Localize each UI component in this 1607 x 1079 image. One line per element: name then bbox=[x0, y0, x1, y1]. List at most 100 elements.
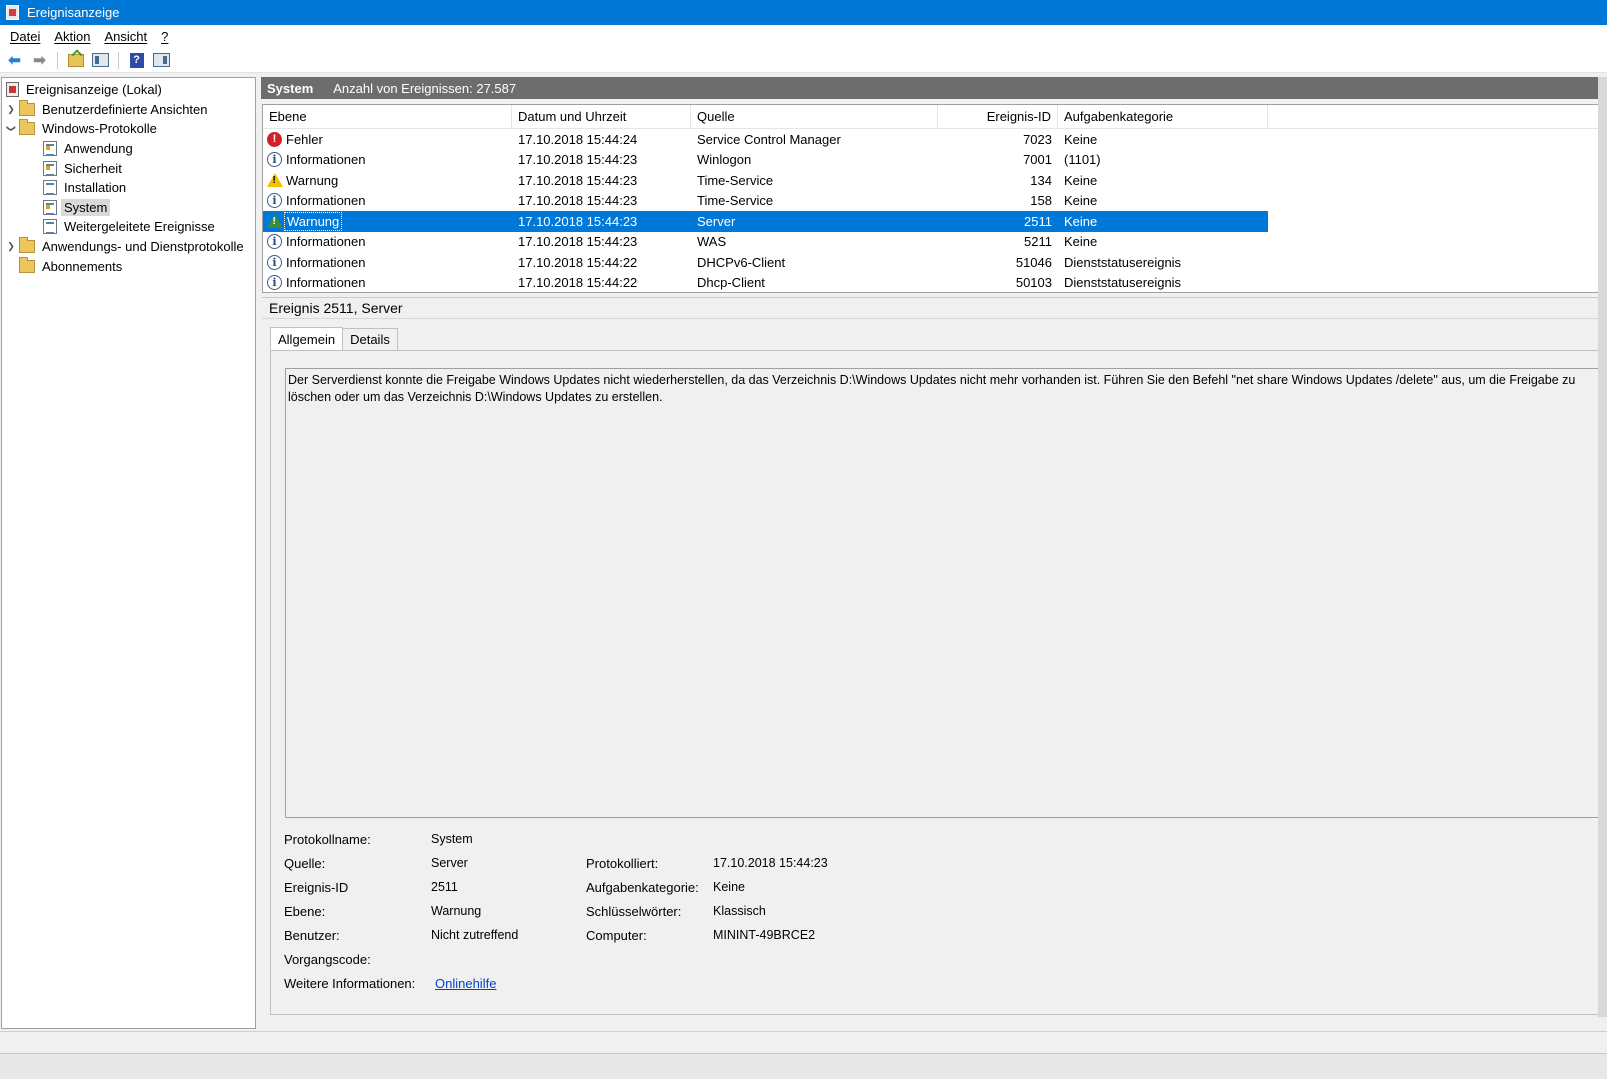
tree-node-sicherheit[interactable]: Sicherheit bbox=[2, 158, 255, 178]
prop-value-log-name: System bbox=[431, 832, 473, 846]
cell-date: 17.10.2018 15:44:22 bbox=[518, 254, 638, 270]
prop-value-computer: MININT-49BRCE2 bbox=[713, 928, 816, 942]
cell-source: DHCPv6-Client bbox=[697, 254, 786, 270]
cell-date: 17.10.2018 15:44:23 bbox=[518, 172, 638, 188]
cell-level: Informationen bbox=[286, 193, 366, 209]
cell-level: Informationen bbox=[286, 275, 366, 291]
prop-label-level: Ebene: bbox=[284, 904, 326, 919]
menu-ansicht[interactable]: Ansicht bbox=[98, 29, 155, 44]
tree-node-root[interactable]: Ereignisanzeige (Lokal) bbox=[2, 80, 255, 100]
show-hide-action-pane-button[interactable] bbox=[151, 51, 172, 70]
column-header-aufgabenkategorie[interactable]: Aufgabenkategorie bbox=[1058, 105, 1268, 128]
log-icon bbox=[43, 141, 57, 157]
tree-node-forwarded-events[interactable]: Weitergeleitete Ereignisse bbox=[2, 217, 255, 237]
menu-aktion[interactable]: Aktion bbox=[47, 29, 97, 44]
cell-level: Warnung bbox=[286, 172, 339, 188]
cell-category: Dienststatusereignis bbox=[1064, 275, 1182, 291]
forward-button[interactable]: ➡ bbox=[29, 51, 50, 70]
cell-category: Keine bbox=[1064, 131, 1098, 147]
cell-source: Winlogon bbox=[697, 152, 752, 168]
menu-datei[interactable]: Datei bbox=[3, 29, 47, 44]
tree-node-windows-logs[interactable]: ❯ Windows-Protokolle bbox=[2, 119, 255, 139]
window-title: Ereignisanzeige bbox=[27, 5, 120, 20]
prop-value-source: Server bbox=[431, 856, 468, 870]
cell-source: Time-Service bbox=[697, 193, 774, 209]
toolbar-separator bbox=[118, 51, 119, 69]
show-hide-tree-icon bbox=[92, 53, 109, 67]
info-icon: i bbox=[267, 275, 282, 291]
up-button[interactable] bbox=[65, 51, 86, 70]
cell-date: 17.10.2018 15:44:23 bbox=[518, 193, 638, 209]
pane-splitter[interactable] bbox=[257, 77, 261, 1029]
chevron-right-icon[interactable]: ❯ bbox=[6, 241, 16, 252]
table-row[interactable]: i Informationen 17.10.2018 15:44:23 Winlo… bbox=[263, 150, 1268, 171]
table-row[interactable]: i Informationen 17.10.2018 15:44:23 WAS 5… bbox=[263, 232, 1268, 253]
column-header-datum[interactable]: Datum und Uhrzeit bbox=[512, 105, 691, 128]
column-header-ebene[interactable]: Ebene bbox=[263, 105, 512, 128]
cell-level: Fehler bbox=[286, 131, 323, 147]
menu-help[interactable]: ? bbox=[154, 29, 175, 44]
table-row[interactable]: ! Fehler 17.10.2018 15:44:24 Service Cont… bbox=[263, 129, 1268, 150]
cell-id: 134 bbox=[1030, 172, 1052, 188]
event-count: Anzahl von Ereignissen: 27.587 bbox=[333, 80, 517, 96]
tree-node-subscriptions[interactable]: Abonnements bbox=[2, 256, 255, 276]
tree-node-label: Sicherheit bbox=[64, 160, 122, 176]
help-button[interactable]: ? bbox=[126, 51, 147, 70]
table-row[interactable]: i Informationen 17.10.2018 15:44:22 Dhcp-… bbox=[263, 273, 1268, 293]
prop-label-task-category: Aufgabenkategorie: bbox=[586, 880, 699, 895]
online-help-link[interactable]: Onlinehilfe bbox=[435, 976, 496, 991]
cell-id: 50103 bbox=[1015, 275, 1052, 291]
cell-date: 17.10.2018 15:44:23 bbox=[518, 234, 638, 250]
tree-node-label: Windows-Protokolle bbox=[42, 121, 157, 137]
show-hide-tree-button[interactable] bbox=[90, 51, 111, 70]
tree-node-app-service-logs[interactable]: ❯ Anwendungs- und Dienstprotokolle bbox=[2, 237, 255, 257]
bottom-strip bbox=[0, 1053, 1607, 1079]
cell-date: 17.10.2018 15:44:22 bbox=[518, 275, 638, 291]
cell-date: 17.10.2018 15:44:23 bbox=[518, 213, 638, 229]
prop-value-keywords: Klassisch bbox=[713, 904, 766, 918]
tree-node-label: Ereignisanzeige (Lokal) bbox=[26, 82, 162, 98]
subscriptions-icon bbox=[19, 256, 35, 273]
table-row-selected[interactable]: Warnung 17.10.2018 15:44:23 Server 2511 … bbox=[263, 211, 1268, 232]
tree-node-anwendung[interactable]: Anwendung bbox=[2, 139, 255, 159]
navigation-tree: Ereignisanzeige (Lokal) ❯ Benutzerdefini… bbox=[1, 77, 256, 1029]
table-row[interactable]: Warnung 17.10.2018 15:44:23 Time-Service… bbox=[263, 170, 1268, 191]
table-row[interactable]: i Informationen 17.10.2018 15:44:23 Time-… bbox=[263, 191, 1268, 212]
tree-node-system[interactable]: System bbox=[2, 198, 255, 218]
tree-node-label: Installation bbox=[64, 180, 127, 196]
tree-node-label: Anwendung bbox=[64, 141, 133, 157]
info-icon: i bbox=[267, 234, 282, 250]
forward-arrow-icon: ➡ bbox=[33, 52, 46, 69]
detail-tabs: Allgemein Details bbox=[270, 327, 398, 351]
folder-icon bbox=[19, 99, 35, 116]
prop-value-level: Warnung bbox=[431, 904, 482, 918]
log-icon bbox=[43, 180, 57, 196]
event-list: Ebene Datum und Uhrzeit Quelle Ereignis-… bbox=[262, 104, 1607, 293]
prop-label-logged: Protokolliert: bbox=[586, 856, 659, 871]
status-bar bbox=[0, 1031, 1607, 1053]
chevron-right-icon[interactable]: ❯ bbox=[6, 104, 16, 115]
cell-source: Service Control Manager bbox=[697, 131, 841, 147]
tree-node-label: Anwendungs- und Dienstprotokolle bbox=[42, 239, 244, 255]
tree-node-installation[interactable]: Installation bbox=[2, 178, 255, 198]
tab-allgemein[interactable]: Allgemein bbox=[270, 327, 344, 351]
tree-node-custom-views[interactable]: ❯ Benutzerdefinierte Ansichten bbox=[2, 99, 255, 120]
folder-icon bbox=[19, 119, 35, 136]
table-row[interactable]: i Informationen 17.10.2018 15:44:22 DHCPv… bbox=[263, 252, 1268, 273]
cell-level: Informationen bbox=[286, 152, 366, 168]
column-header-quelle[interactable]: Quelle bbox=[691, 105, 938, 128]
tab-details[interactable]: Details bbox=[342, 328, 398, 351]
cell-level: Warnung bbox=[284, 211, 343, 231]
column-header-ereignis-id[interactable]: Ereignis-ID bbox=[938, 105, 1058, 128]
back-button[interactable]: ⬅ bbox=[4, 51, 25, 70]
cell-category: (1101) bbox=[1064, 152, 1101, 168]
cell-level: Informationen bbox=[286, 234, 366, 250]
event-message-text[interactable]: Der Serverdienst konnte die Freigabe Win… bbox=[285, 368, 1607, 818]
tree-node-label: System bbox=[61, 198, 111, 216]
tree-node-label: Benutzerdefinierte Ansichten bbox=[42, 101, 208, 117]
prop-value-user: Nicht zutreffend bbox=[431, 928, 519, 942]
cell-category: Dienststatusereignis bbox=[1064, 254, 1182, 270]
chevron-down-icon[interactable]: ❯ bbox=[6, 124, 17, 134]
cell-source: Time-Service bbox=[697, 172, 774, 188]
cell-category: Keine bbox=[1064, 172, 1098, 188]
